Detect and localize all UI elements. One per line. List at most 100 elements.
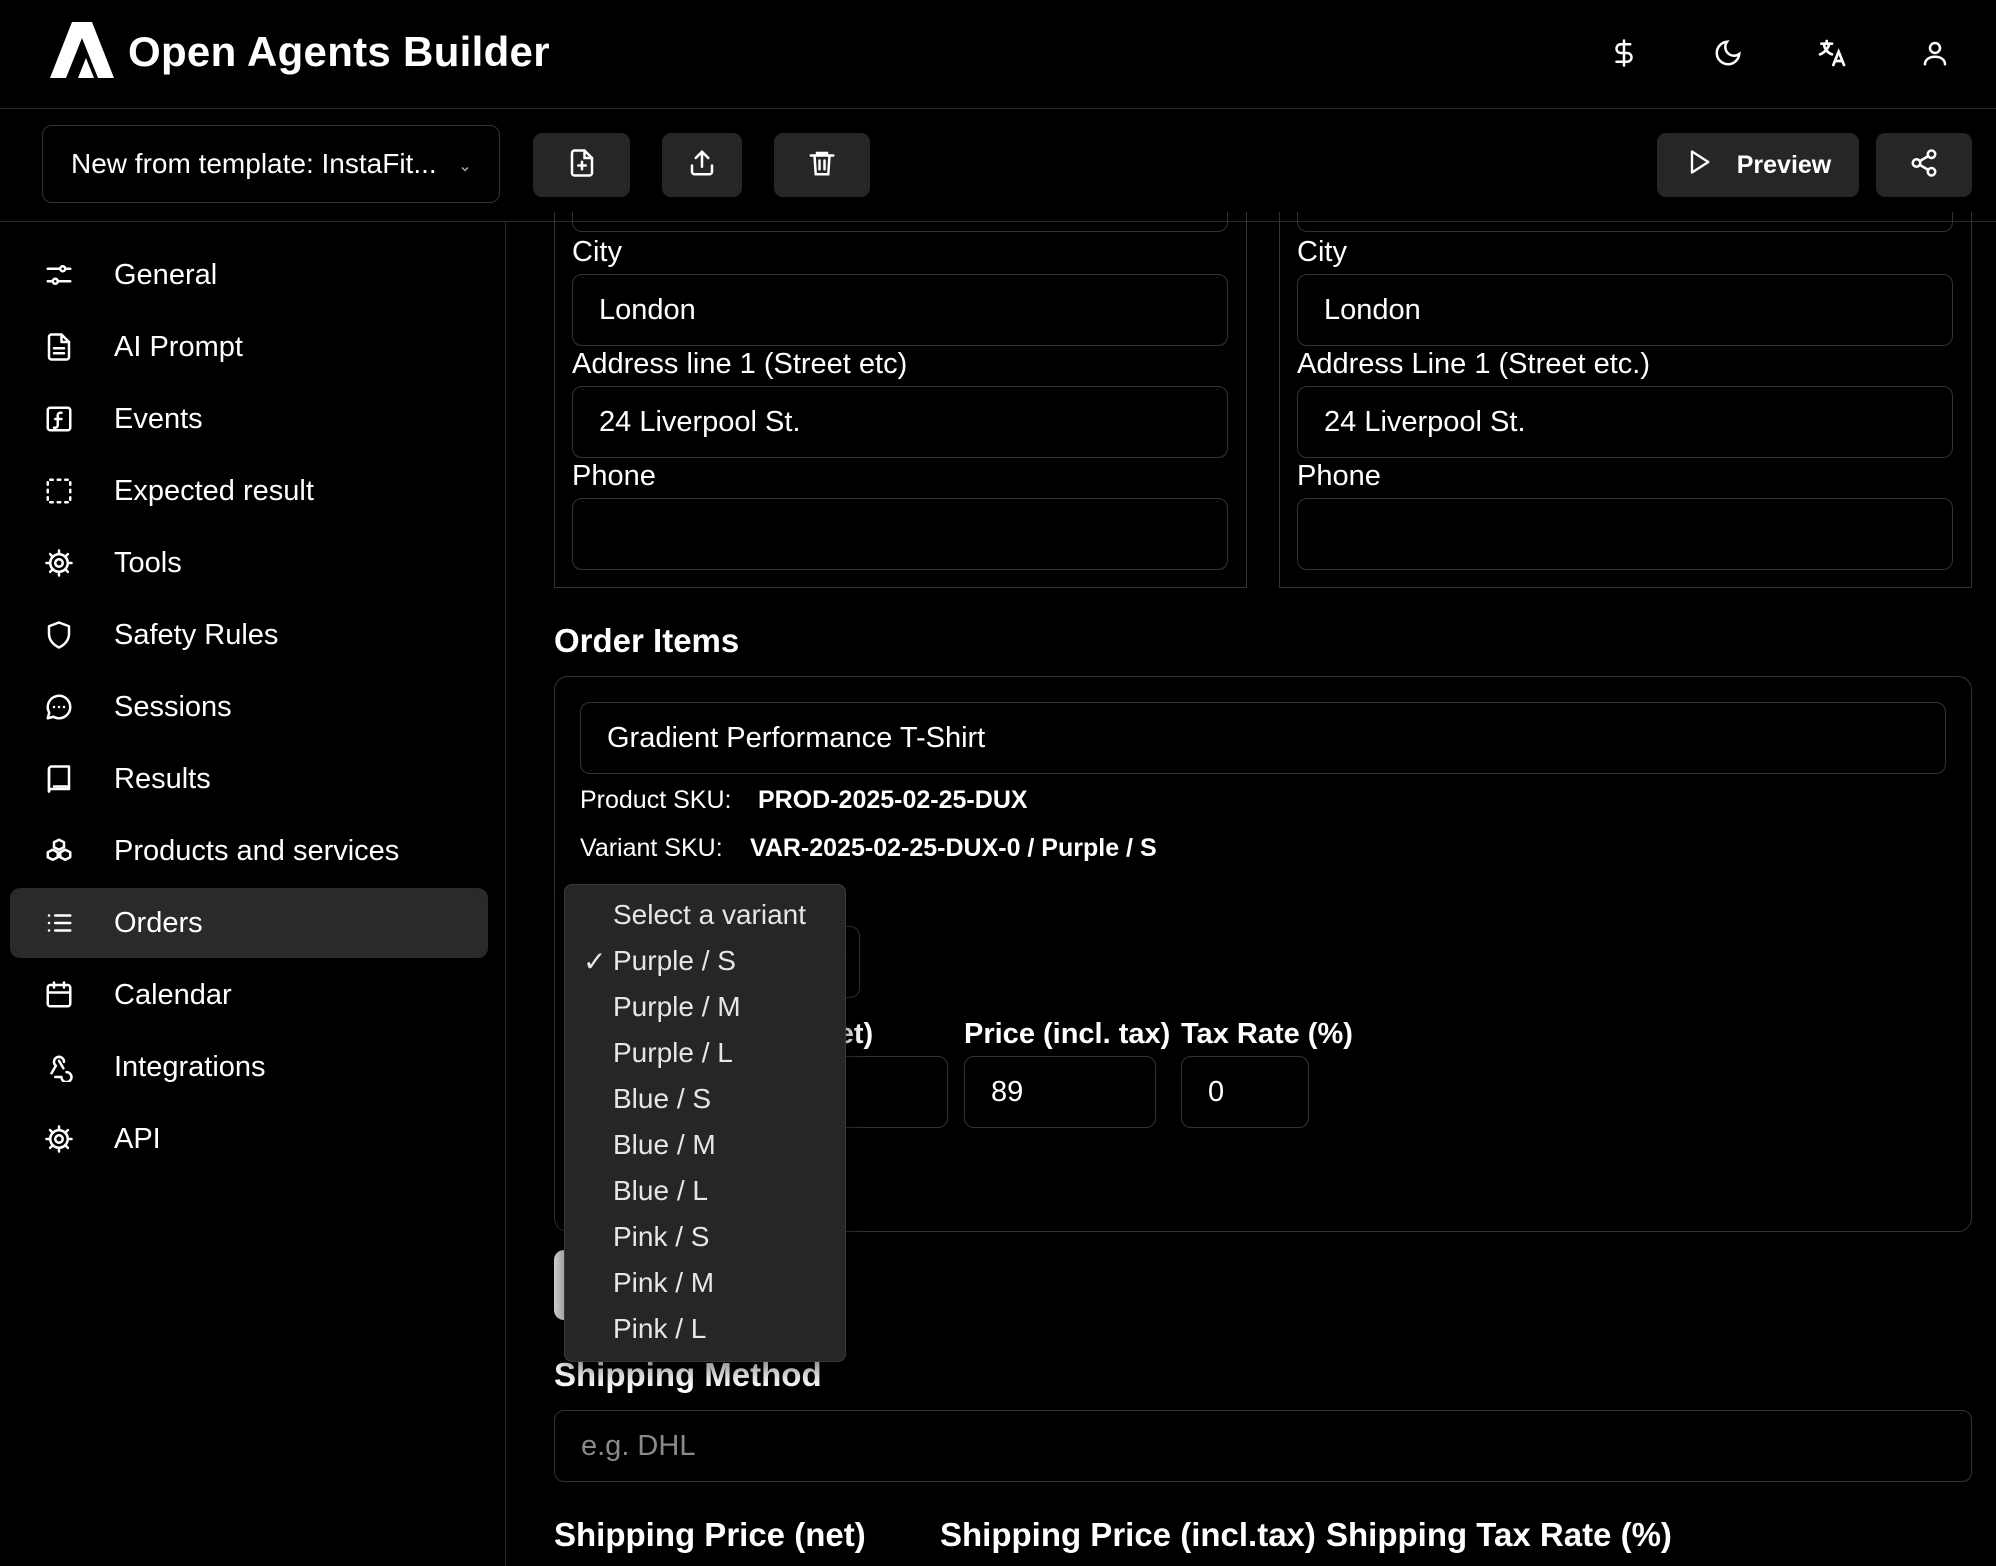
price-incl-value: 89 [991,1075,1024,1108]
app-title: Open Agents Builder [128,28,550,75]
billing-city-input[interactable]: London [572,274,1228,346]
product-name-value: Gradient Performance T-Shirt [607,721,986,754]
sidebar-item-label: Products and services [114,834,400,867]
billing-address-label: Address line 1 (Street etc) [572,348,908,380]
shipping-method-placeholder: e.g. DHL [581,1429,696,1462]
variant-sku-label: Variant SKU: [580,834,723,862]
dashed-square-icon [42,474,76,508]
sidebar-item-general[interactable]: General [10,240,488,310]
order-items-title: Order Items [554,622,740,659]
dollar-icon[interactable] [1602,31,1646,75]
shipping-price-net-label: Shipping Price (net) [554,1516,866,1553]
price-incl-label: Price (incl. tax) [964,1018,1171,1050]
export-button[interactable] [662,133,742,197]
shipping-phone-label: Phone [1297,460,1381,492]
sidebar-item-calendar[interactable]: Calendar [10,960,488,1030]
billing-city-label: City [572,236,622,268]
shipping-phone-input[interactable] [1297,498,1953,570]
variant-dropdown-menu: Select a variant Purple / S ✓ Purple / M Pur… [564,884,846,1362]
function-icon [42,402,76,436]
sliders-icon [42,258,76,292]
sidebar-item-label: Calendar [114,978,232,1011]
sidebar-item-label: AI Prompt [114,330,243,363]
gear-icon [42,546,76,580]
billing-phone-label: Phone [572,460,656,492]
sidebar-item-label: Tools [114,546,182,579]
variant-sku-value: VAR-2025-02-25-DUX-0 / Purple / S [750,834,1157,862]
sidebar-item-label: API [114,1122,161,1155]
sidebar-item-label: General [114,258,218,291]
shipping-city-label: City [1297,236,1347,268]
share-icon [1909,148,1939,183]
trash-icon [807,148,837,183]
sidebar-item-ai-prompt[interactable]: AI Prompt [10,312,488,382]
user-icon[interactable] [1913,31,1957,75]
variant-option[interactable]: Pink / M [613,1267,714,1299]
sidebar-item-events[interactable]: Events [10,384,488,454]
variant-option[interactable]: Purple / S [613,945,736,977]
document-icon [42,330,76,364]
shipping-tax-rate-label: Shipping Tax Rate (%) [1326,1516,1672,1553]
template-select[interactable]: New from template: InstaFit... [42,125,500,203]
shipping-address-input[interactable]: 24 Liverpool St. [1297,386,1953,458]
tax-rate-value: 0 [1208,1075,1225,1108]
share-button[interactable] [1876,133,1972,197]
list-icon [42,906,76,940]
sidebar-item-label: Integrations [114,1050,266,1083]
sidebar-item-label: Expected result [114,474,314,507]
sidebar-item-safety-rules[interactable]: Safety Rules [10,600,488,670]
sidebar-item-integrations[interactable]: Integrations [10,1032,488,1102]
preview-button[interactable]: Preview [1657,133,1859,197]
new-file-button[interactable] [533,133,630,197]
sidebar-item-label: Safety Rules [114,618,279,651]
shield-icon [42,618,76,652]
app-logo-icon [50,22,114,83]
translate-icon[interactable] [1810,31,1854,75]
sidebar-item-api[interactable]: API [10,1104,488,1174]
billing-address-input[interactable]: 24 Liverpool St. [572,386,1228,458]
moon-icon[interactable] [1706,31,1750,75]
billing-address-value: 24 Liverpool St. [599,405,801,438]
sidebar-item-tools[interactable]: Tools [10,528,488,598]
sidebar-item-orders[interactable]: Orders [10,888,488,958]
chat-icon [42,690,76,724]
template-select-value: New from template: InstaFit... [71,148,437,179]
variant-option[interactable]: Pink / L [613,1313,706,1345]
shipping-price-incl-label: Shipping Price (incl.tax) [940,1516,1316,1553]
sidebar-item-expected-result[interactable]: Expected result [10,456,488,526]
book-icon [42,762,76,796]
billing-phone-input[interactable] [572,498,1228,570]
variant-option[interactable]: Select a variant [613,899,806,931]
webhook-icon [42,1050,76,1084]
variant-option[interactable]: Pink / S [613,1221,709,1253]
variant-option[interactable]: Purple / M [613,991,741,1023]
check-icon: ✓ [583,946,607,977]
tax-rate-input[interactable]: 0 [1181,1056,1309,1128]
variant-option[interactable]: Blue / S [613,1083,711,1115]
sidebar-item-results[interactable]: Results [10,744,488,814]
variant-option[interactable]: Purple / L [613,1037,733,1069]
sidebar-item-products-and-services[interactable]: Products and services [10,816,488,886]
variant-option[interactable]: Blue / L [613,1175,708,1207]
shipping-address-value: 24 Liverpool St. [1324,405,1526,438]
billing-city-value: London [599,293,696,326]
boxes-icon [42,834,76,868]
delete-button[interactable] [774,133,870,197]
product-sku-label: Product SKU: [580,786,732,814]
variant-option[interactable]: Blue / M [613,1129,716,1161]
previous-field-edge [1297,212,1953,232]
preview-label: Preview [1736,150,1832,179]
price-incl-input[interactable]: 89 [964,1056,1156,1128]
shipping-method-input[interactable]: e.g. DHL [554,1410,1972,1482]
product-sku-value: PROD-2025-02-25-DUX [758,786,1028,814]
product-name-input[interactable]: Gradient Performance T-Shirt [580,702,1946,774]
sidebar-item-label: Orders [114,906,203,939]
shipping-city-input[interactable]: London [1297,274,1953,346]
cog-icon [42,1122,76,1156]
sidebar-item-label: Sessions [114,690,232,723]
shipping-city-value: London [1324,293,1421,326]
new-file-icon [567,148,597,183]
sidebar-item-sessions[interactable]: Sessions [10,672,488,742]
sidebar-item-label: Results [114,762,211,795]
calendar-icon [42,978,76,1012]
